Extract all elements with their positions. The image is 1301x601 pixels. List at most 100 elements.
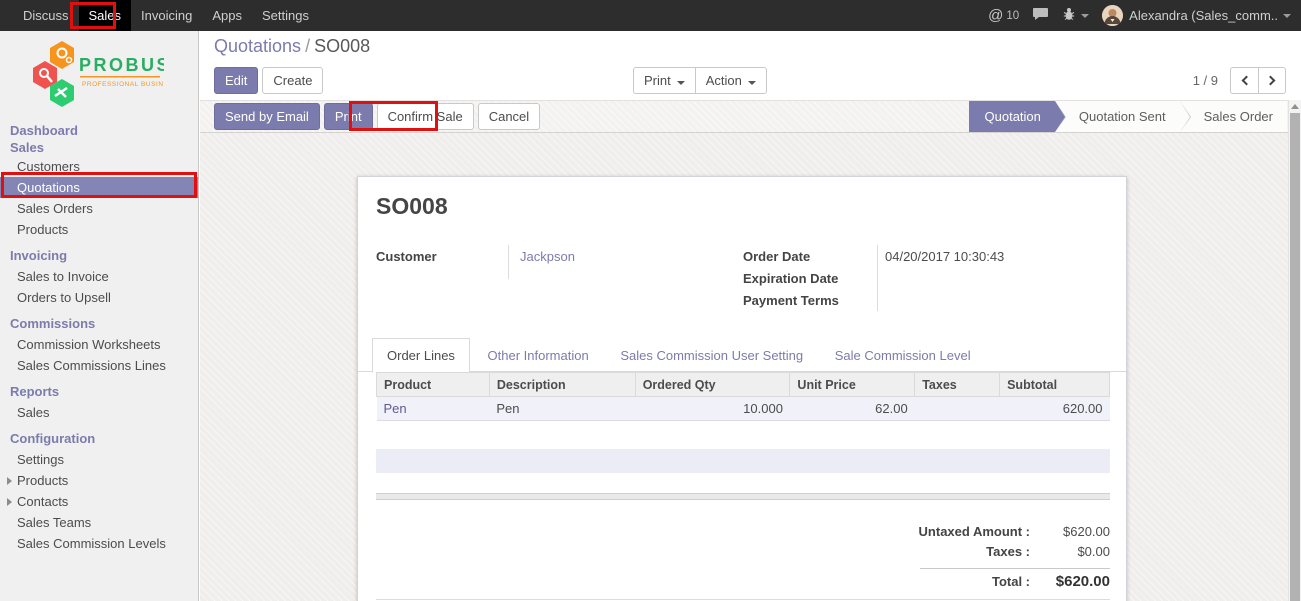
chevron-right-icon: [7, 498, 12, 506]
sidebar-header-configuration[interactable]: Configuration: [0, 428, 198, 449]
column-subtotal[interactable]: Subtotal: [1000, 373, 1110, 397]
sidebar-item-sales-to-invoice[interactable]: Sales to Invoice: [0, 266, 198, 287]
sidebar-item-config-products[interactable]: Products: [0, 470, 198, 491]
total-value: $620.00: [1030, 573, 1110, 590]
order-date-label: Order Date: [743, 249, 810, 264]
debug-menu-button[interactable]: [1062, 7, 1089, 24]
svg-text:PROFESSIONAL BUSINESS: PROFESSIONAL BUSINESS: [82, 81, 164, 88]
breadcrumb: Quotations/SO008: [200, 31, 1301, 60]
form-view-background: SO008 Customer Jackpson Order Date Expir…: [200, 133, 1301, 601]
customer-value-link[interactable]: Jackpson: [520, 249, 575, 264]
cell-description: Pen: [489, 397, 635, 421]
sidebar-item-orders-to-upsell[interactable]: Orders to Upsell: [0, 287, 198, 308]
breadcrumb-quotations-link[interactable]: Quotations: [214, 36, 301, 56]
vertical-scrollbar[interactable]: [1288, 100, 1301, 601]
sidebar-item-commission-worksheets[interactable]: Commission Worksheets: [0, 334, 198, 355]
tab-sale-commission-level[interactable]: Sale Commission Level: [821, 339, 985, 372]
cancel-button[interactable]: Cancel: [478, 103, 540, 130]
print-dropdown-label: Print: [644, 73, 671, 88]
create-button[interactable]: Create: [262, 67, 323, 94]
messages-button[interactable]: [1032, 7, 1049, 24]
order-lines-table: Product Description Ordered Qty Unit Pri…: [376, 372, 1110, 421]
chevron-left-icon: [1241, 76, 1251, 86]
probuse-logo: PROBUSE PROFESSIONAL BUSINESS: [32, 39, 198, 112]
chevron-down-icon: [1081, 14, 1089, 18]
column-product[interactable]: Product: [377, 373, 490, 397]
mentions-button[interactable]: @ 10: [988, 7, 1019, 24]
top-menu-invoicing[interactable]: Invoicing: [131, 0, 202, 31]
avatar: [1102, 5, 1123, 26]
chevron-down-icon: [1283, 14, 1291, 18]
sidebar-header-invoicing[interactable]: Invoicing: [0, 245, 198, 266]
sidebar-item-settings[interactable]: Settings: [0, 449, 198, 470]
user-name-label: Alexandra (Sales_comm..: [1129, 8, 1278, 23]
top-menu-apps[interactable]: Apps: [202, 0, 252, 31]
pager-count: 1 / 9: [1193, 73, 1218, 88]
field-separator: [508, 245, 509, 279]
sidebar-item-reports-sales[interactable]: Sales: [0, 402, 198, 423]
cell-product[interactable]: Pen: [377, 397, 490, 421]
print-button[interactable]: Print: [324, 103, 373, 130]
confirm-sale-button[interactable]: Confirm Sale: [377, 103, 474, 130]
sidebar-item-dashboard[interactable]: Dashboard: [0, 122, 198, 139]
sidebar-item-sales-commission-levels[interactable]: Sales Commission Levels: [0, 533, 198, 554]
column-ordered-qty[interactable]: Ordered Qty: [635, 373, 790, 397]
main-content: Quotations/SO008 Edit Create Print Actio…: [200, 31, 1301, 601]
mention-count-badge: 10: [1006, 10, 1019, 22]
cell-ordered-qty: 10.000: [635, 397, 790, 421]
tab-order-lines[interactable]: Order Lines: [372, 338, 470, 373]
tab-other-information[interactable]: Other Information: [474, 339, 603, 372]
pager-next-button[interactable]: [1258, 67, 1286, 94]
sidebar-item-sales-teams[interactable]: Sales Teams: [0, 512, 198, 533]
order-date-value: 04/20/2017 10:30:43: [885, 249, 1004, 264]
statusbar: Send by Email Print Confirm Sale Cancel …: [200, 100, 1301, 133]
action-dropdown-button[interactable]: Action: [695, 67, 767, 94]
svg-text:PROBUSE: PROBUSE: [79, 55, 164, 75]
cell-taxes: [915, 397, 1000, 421]
sidebar-item-sales-orders[interactable]: Sales Orders: [0, 198, 198, 219]
sidebar-item-products[interactable]: Products: [0, 219, 198, 240]
sidebar: PROBUSE PROFESSIONAL BUSINESS Dashboard …: [0, 31, 199, 601]
stage-sales-order[interactable]: Sales Order: [1180, 101, 1287, 132]
sidebar-item-customers[interactable]: Customers: [0, 156, 198, 177]
pager-previous-button[interactable]: [1230, 67, 1258, 94]
column-taxes[interactable]: Taxes: [915, 373, 1000, 397]
chat-bubble-icon: [1032, 7, 1049, 24]
table-row[interactable]: Pen Pen 10.000 62.00 620.00: [377, 397, 1110, 421]
scroll-up-button[interactable]: [1289, 100, 1301, 113]
totals-block: Untaxed Amount : $620.00 Taxes : $0.00 T…: [810, 524, 1110, 593]
tab-sales-commission-user-setting[interactable]: Sales Commission User Setting: [606, 339, 817, 372]
send-by-email-button[interactable]: Send by Email: [214, 103, 320, 130]
taxes-label: Taxes :: [986, 544, 1030, 559]
table-header-row: Product Description Ordered Qty Unit Pri…: [377, 373, 1110, 397]
stage-quotation[interactable]: Quotation: [969, 101, 1055, 132]
user-menu-button[interactable]: Alexandra (Sales_comm..: [1102, 5, 1291, 26]
top-menu-discuss[interactable]: Discuss: [13, 0, 79, 31]
sidebar-item-sales-commissions-lines[interactable]: Sales Commissions Lines: [0, 355, 198, 376]
top-menu-sales[interactable]: Sales: [79, 0, 132, 31]
sidebar-item-config-contacts[interactable]: Contacts: [0, 491, 198, 512]
print-dropdown-button[interactable]: Print: [633, 67, 695, 94]
sidebar-header-reports[interactable]: Reports: [0, 381, 198, 402]
stage-pipeline: Quotation Quotation Sent Sales Order: [969, 101, 1287, 132]
list-footer-divider: [376, 493, 1110, 500]
sidebar-item-quotations[interactable]: Quotations: [0, 177, 198, 198]
control-panel: Edit Create Print Action 1 / 9: [200, 60, 1301, 100]
customer-label: Customer: [376, 249, 437, 264]
document-title: SO008: [376, 193, 448, 220]
stage-quotation-sent[interactable]: Quotation Sent: [1055, 101, 1180, 132]
top-navbar: Discuss Sales Invoicing Apps Settings @ …: [0, 0, 1301, 31]
sidebar-item-sales-root[interactable]: Sales: [0, 139, 198, 156]
bug-icon: [1062, 7, 1076, 24]
cell-subtotal: 620.00: [1000, 397, 1110, 421]
chevron-down-icon: [748, 81, 756, 85]
topbar-right-cluster: @ 10 Alexandra (Sales_comm..: [988, 0, 1291, 31]
top-menu-settings[interactable]: Settings: [252, 0, 319, 31]
triangle-up-icon: [1291, 104, 1299, 109]
edit-button[interactable]: Edit: [214, 67, 258, 94]
scrollbar-thumb[interactable]: [1290, 113, 1300, 601]
column-unit-price[interactable]: Unit Price: [790, 373, 915, 397]
sidebar-item-label: Products: [17, 473, 68, 488]
sidebar-header-commissions[interactable]: Commissions: [0, 313, 198, 334]
column-description[interactable]: Description: [489, 373, 635, 397]
